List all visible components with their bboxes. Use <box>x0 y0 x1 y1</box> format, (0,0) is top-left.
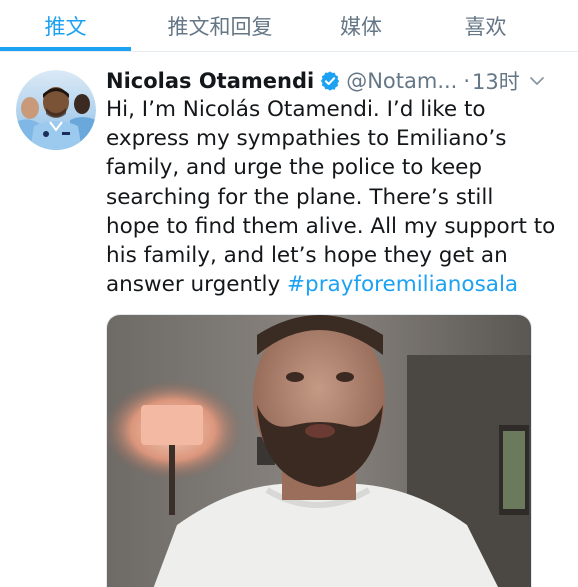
tweet-text-line: express my sympathies to Emiliano’s <box>106 126 507 152</box>
verified-badge-icon <box>321 71 340 91</box>
tab-likes[interactable]: 喜欢 <box>413 0 558 52</box>
tweet-text-line: searching for the plane. There’s still <box>106 184 494 210</box>
timestamp[interactable]: 13时 <box>472 66 520 96</box>
profile-tabs: 推文 推文和回复 媒体 喜欢 <box>0 0 578 52</box>
chevron-down-icon[interactable] <box>529 73 545 89</box>
tab-tweets[interactable]: 推文 <box>0 0 131 52</box>
tweet-header: Nicolas Otamendi @Notam... · 13时 <box>106 64 546 98</box>
tweet-text-line: family, and urge the police to keep <box>106 155 483 181</box>
tweet-text-line: his family, and let’s hope they get an <box>106 243 508 269</box>
tweet-text-last-line: answer urgently #prayforemilianosala <box>106 270 546 299</box>
tweet-text: Hi, I’m Nicolás Otamendi. I’d like to ex… <box>106 95 556 299</box>
video-thumbnail <box>107 315 531 587</box>
tweet-text-line: answer urgently <box>106 272 288 298</box>
display-name[interactable]: Nicolas Otamendi <box>106 69 314 93</box>
hashtag-link[interactable]: #prayforemilianosala <box>287 272 518 297</box>
handle[interactable]: @Notam... <box>346 69 457 93</box>
profile-timeline: 推文 推文和回复 媒体 喜欢 Nicolas Otamendi @Notam..… <box>0 0 578 587</box>
tab-likes-label: 喜欢 <box>464 15 507 39</box>
tab-media-label: 媒体 <box>340 15 382 39</box>
tab-media[interactable]: 媒体 <box>309 0 413 52</box>
tab-tweets-and-replies[interactable]: 推文和回复 <box>131 0 309 52</box>
tab-tweets-label: 推文 <box>44 15 87 39</box>
tab-tweets-and-replies-label: 推文和回复 <box>167 15 273 39</box>
avatar-photo <box>16 70 96 150</box>
tweet-video[interactable] <box>106 314 532 587</box>
tweet-text-line: Hi, I’m Nicolás Otamendi. I’d like to <box>106 97 486 122</box>
tweet-text-line: hope to find them alive. All my support … <box>106 213 556 239</box>
separator-dot: · <box>463 69 471 93</box>
active-tab-indicator <box>0 47 131 51</box>
avatar[interactable] <box>16 70 96 150</box>
